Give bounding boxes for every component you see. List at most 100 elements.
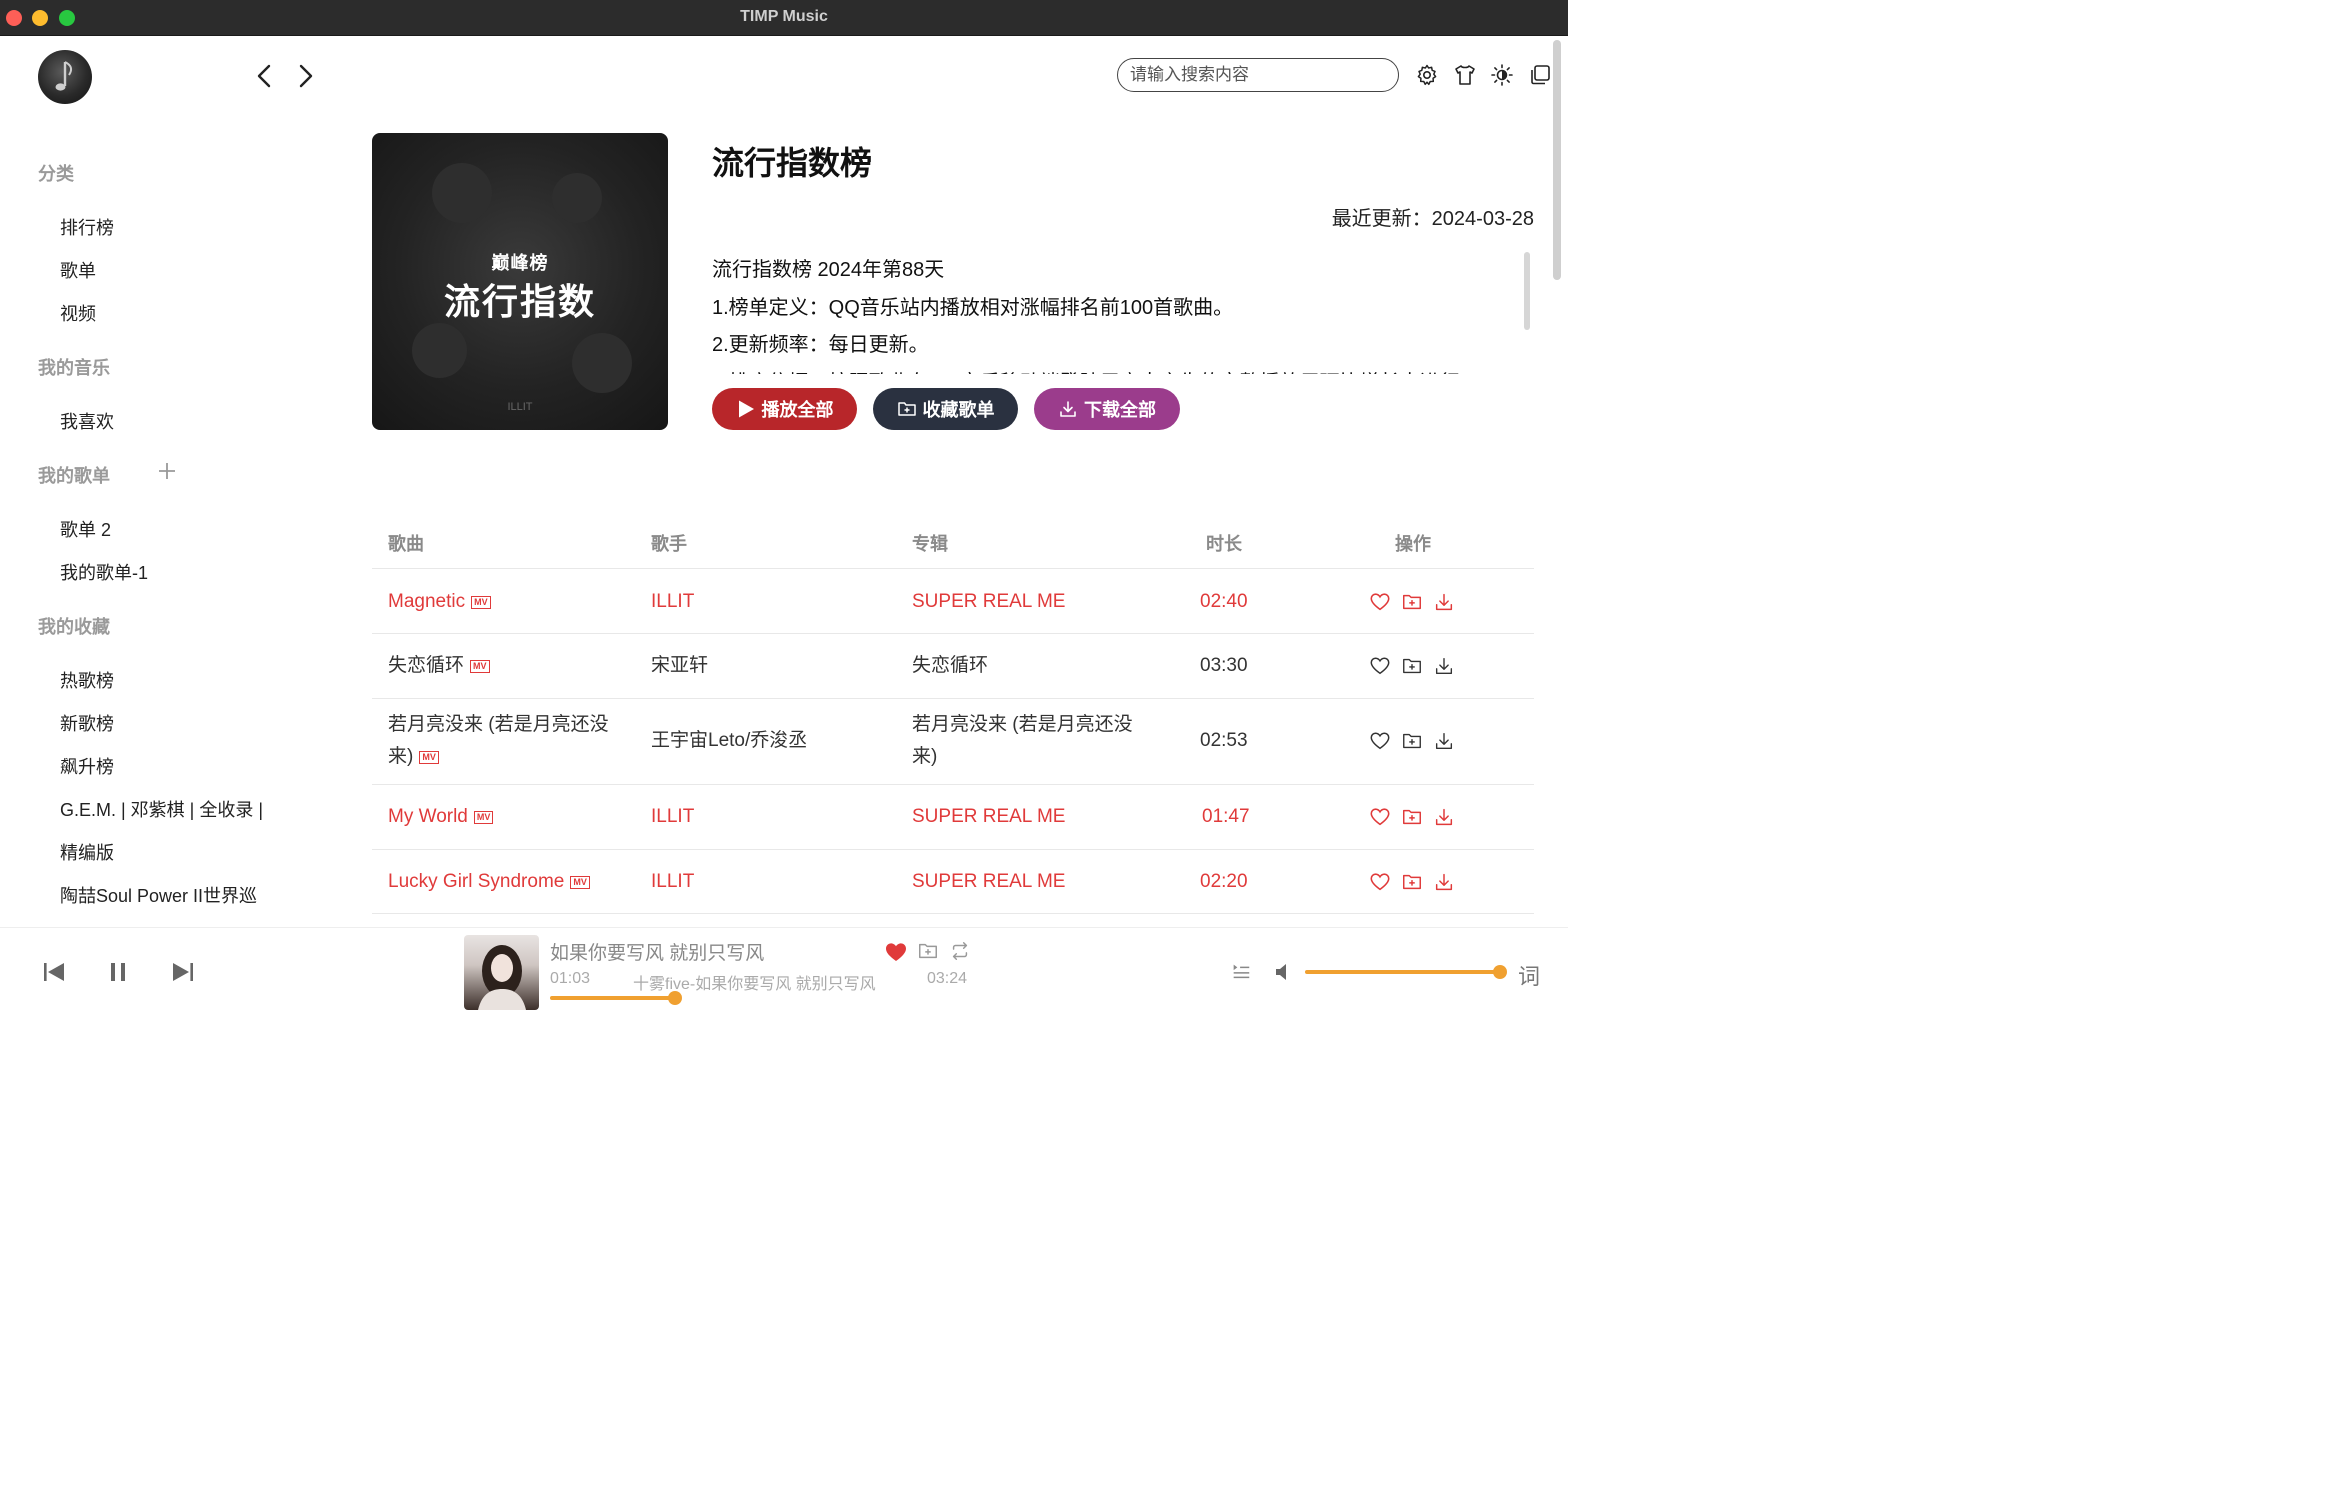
sidebar-item-new-chart[interactable]: 新歌榜 (60, 710, 114, 736)
volume-knob[interactable] (1493, 965, 1507, 979)
table-row-artist[interactable]: ILLIT (651, 586, 694, 618)
playlist-cover: 巅峰榜 流行指数 ILLIT (372, 133, 668, 430)
table-row-artist[interactable]: 王宇宙Leto/乔浚丞 (651, 725, 807, 757)
sidebar-group-my-music: 我的音乐 (38, 358, 110, 378)
sidebar-item-gem-collection[interactable]: G.E.M. | 邓紫棋 | 全收录 | (60, 796, 263, 822)
collect-playlist-button[interactable]: 收藏歌单 (873, 388, 1018, 430)
mv-badge[interactable]: MV (570, 876, 590, 889)
table-divider (372, 784, 1534, 785)
description-line: 流行指数榜 2024年第88天 (712, 259, 945, 281)
column-header-artist[interactable]: 歌手 (651, 530, 687, 556)
sidebar-item-charts[interactable]: 排行榜 (60, 214, 114, 240)
now-playing-cover[interactable] (464, 935, 539, 1010)
mini-mode-icon[interactable] (1528, 63, 1552, 87)
settings-gear-icon[interactable] (1415, 63, 1439, 87)
next-track-icon[interactable] (170, 959, 196, 985)
folder-add-icon[interactable] (1401, 871, 1423, 893)
heart-icon[interactable] (1369, 871, 1391, 893)
sidebar-item-playlists[interactable]: 歌单 (60, 257, 96, 283)
volume-icon[interactable] (1272, 960, 1296, 984)
play-all-button[interactable]: 播放全部 (712, 388, 857, 430)
progress-knob[interactable] (668, 991, 682, 1005)
cover-brand-text: 巅峰榜 (491, 253, 549, 273)
table-row-album[interactable]: SUPER REAL ME (912, 866, 1065, 898)
back-arrow-icon[interactable] (254, 62, 274, 90)
column-header-song[interactable]: 歌曲 (388, 530, 424, 556)
heart-icon[interactable] (1369, 591, 1391, 613)
window-title: TIMP Music (740, 8, 828, 25)
lyrics-button[interactable]: 词 (1518, 959, 1540, 991)
play-icon (738, 400, 754, 418)
search-input[interactable] (1117, 58, 1399, 92)
folder-add-icon[interactable] (1401, 591, 1423, 613)
table-row-album[interactable]: SUPER REAL ME (912, 801, 1065, 833)
description-scrollbar[interactable] (1524, 252, 1530, 330)
table-row-album[interactable]: 失恋循环 (912, 650, 988, 682)
mv-badge[interactable]: MV (470, 660, 490, 673)
folder-add-icon[interactable] (1401, 730, 1423, 752)
column-header-album[interactable]: 专辑 (912, 530, 948, 556)
table-row-artist[interactable]: ILLIT (651, 866, 694, 898)
download-icon[interactable] (1433, 655, 1455, 677)
previous-track-icon[interactable] (41, 959, 67, 985)
download-icon[interactable] (1433, 871, 1455, 893)
cover-foot-text: ILLIT (507, 401, 533, 413)
theme-sun-icon[interactable] (1490, 63, 1514, 87)
song-title[interactable]: My World (388, 806, 468, 827)
folder-add-icon[interactable] (1401, 806, 1423, 828)
title-bar: TIMP Music (0, 0, 1568, 36)
user-avatar[interactable] (38, 50, 92, 104)
add-playlist-button[interactable] (157, 461, 177, 483)
download-icon[interactable] (1433, 806, 1455, 828)
pause-icon[interactable] (105, 959, 131, 985)
mv-badge[interactable]: MV (473, 811, 494, 824)
table-row-album[interactable]: 若月亮没来 (若是月亮还没来) (912, 709, 1142, 773)
column-header-duration[interactable]: 时长 (1206, 530, 1242, 556)
download-icon[interactable] (1433, 591, 1455, 613)
skin-tshirt-icon[interactable] (1453, 63, 1477, 87)
sidebar-item-videos[interactable]: 视频 (60, 300, 96, 326)
table-divider (372, 568, 1534, 569)
row-actions (1369, 655, 1455, 677)
folder-add-icon[interactable] (917, 940, 939, 962)
download-all-button[interactable]: 下载全部 (1034, 388, 1180, 430)
table-row-artist[interactable]: ILLIT (651, 801, 694, 833)
table-row-song[interactable]: My World MV (388, 801, 494, 833)
repeat-icon[interactable] (949, 940, 971, 962)
folder-add-icon[interactable] (1401, 655, 1423, 677)
mv-badge[interactable]: MV (419, 751, 439, 764)
main-scrollbar[interactable] (1553, 40, 1561, 280)
liked-heart-icon[interactable] (884, 940, 908, 964)
forward-arrow-icon[interactable] (296, 62, 316, 90)
cover-title-text: 流行指数 (443, 281, 596, 322)
heart-icon[interactable] (1369, 730, 1391, 752)
play-all-label: 播放全部 (761, 400, 834, 420)
table-row-song[interactable]: Magnetic MV (388, 586, 491, 618)
sidebar-item-rising-chart[interactable]: 飙升榜 (60, 753, 114, 779)
row-actions (1369, 871, 1455, 893)
row-actions (1369, 730, 1455, 752)
table-row-song[interactable]: Lucky Girl Syndrome MV (388, 866, 590, 898)
mv-badge[interactable]: MV (471, 596, 491, 609)
sidebar-item-hot-chart[interactable]: 热歌榜 (60, 667, 114, 693)
table-row-artist[interactable]: 宋亚轩 (651, 650, 708, 682)
playlist-title: 流行指数榜 (712, 145, 873, 181)
sidebar-item-soul-power[interactable]: 陶喆Soul Power II世界巡 (60, 882, 257, 908)
total-time: 03:24 (927, 970, 968, 987)
sidebar-item-playlist-2[interactable]: 歌单 2 (60, 516, 111, 542)
song-title[interactable]: 失恋循环 (388, 655, 464, 676)
song-title[interactable]: Lucky Girl Syndrome (388, 871, 564, 892)
heart-icon[interactable] (1369, 655, 1391, 677)
sidebar-item-gem-edit[interactable]: 精编版 (60, 839, 114, 865)
table-row-song[interactable]: 失恋循环 MV (388, 650, 490, 682)
sidebar-item-favorites[interactable]: 我喜欢 (60, 408, 114, 434)
now-playing-title: 如果你要写风 就别只写风 (550, 943, 765, 964)
table-row-duration: 02:20 (1200, 871, 1248, 892)
download-icon[interactable] (1433, 730, 1455, 752)
heart-icon[interactable] (1369, 806, 1391, 828)
table-row-song[interactable]: 若月亮没来 (若是月亮还没来) MV (388, 709, 618, 773)
playlist-queue-icon[interactable] (1230, 960, 1252, 982)
sidebar-item-my-playlist-1[interactable]: 我的歌单-1 (60, 559, 148, 585)
table-row-album[interactable]: SUPER REAL ME (912, 586, 1065, 618)
song-title[interactable]: Magnetic (388, 591, 465, 612)
